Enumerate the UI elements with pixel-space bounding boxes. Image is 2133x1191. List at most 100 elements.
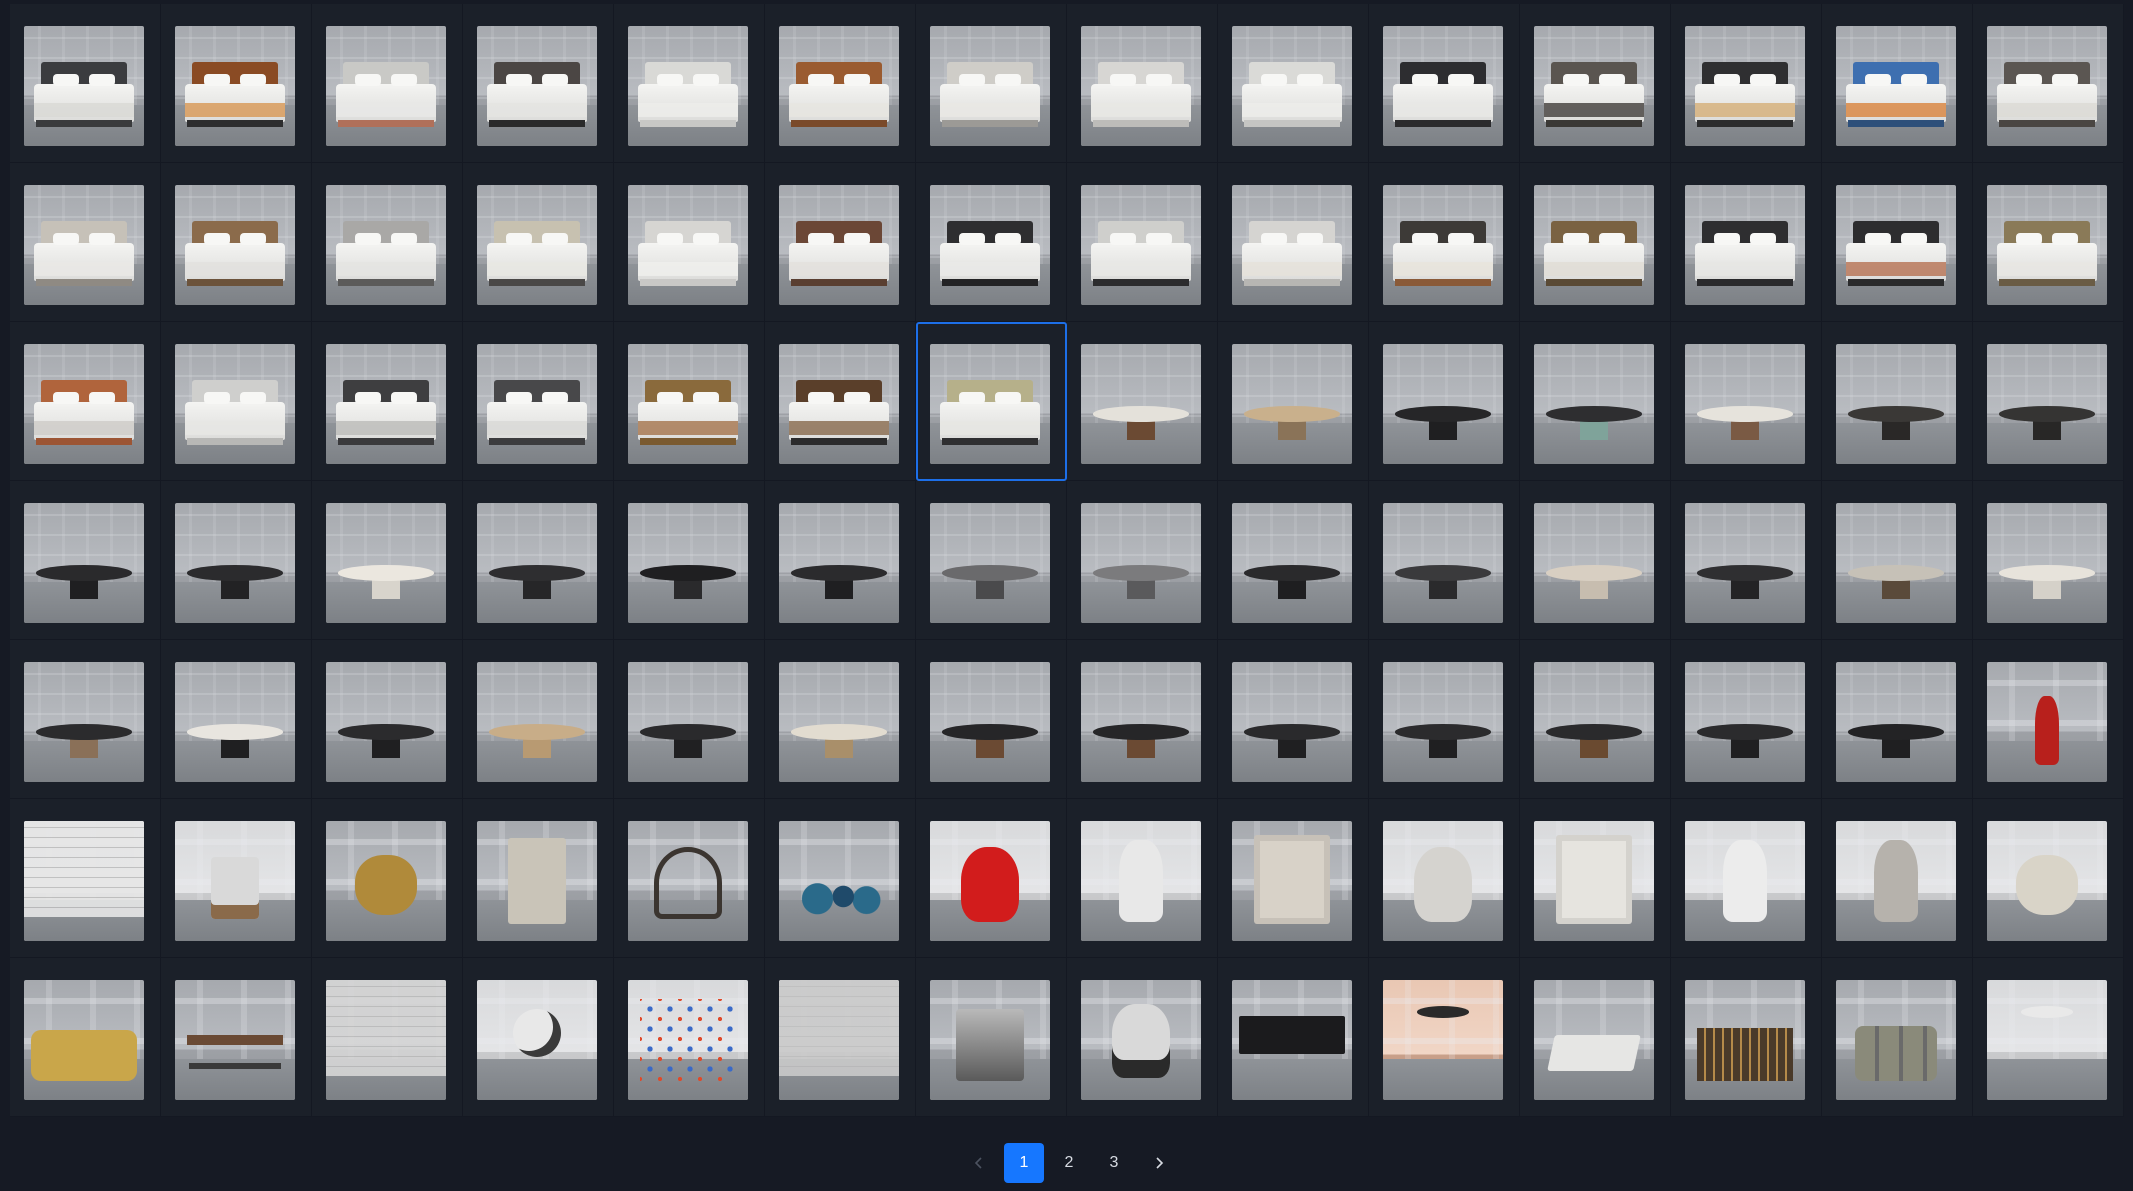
thumbnail-cell[interactable] <box>161 4 312 163</box>
thumbnail-cell[interactable] <box>1369 958 1520 1117</box>
thumbnail-cell[interactable] <box>1520 640 1671 799</box>
thumbnail-cell[interactable] <box>161 640 312 799</box>
thumbnail-cell[interactable] <box>1369 4 1520 163</box>
thumbnail-cell[interactable] <box>312 163 463 322</box>
thumbnail-cell[interactable] <box>1218 322 1369 481</box>
thumbnail-cell[interactable] <box>10 640 161 799</box>
thumbnail-cell[interactable] <box>765 163 916 322</box>
thumbnail-cell[interactable] <box>614 163 765 322</box>
thumbnail-cell[interactable] <box>1671 799 1822 958</box>
thumbnail-cell[interactable] <box>614 322 765 481</box>
thumbnail-cell[interactable] <box>10 163 161 322</box>
thumbnail-cell[interactable] <box>916 4 1067 163</box>
thumbnail-cell[interactable] <box>1822 481 1973 640</box>
thumbnail-cell[interactable] <box>1067 958 1218 1117</box>
thumbnail-cell[interactable] <box>765 799 916 958</box>
thumbnail-cell[interactable] <box>1067 4 1218 163</box>
thumbnail-cell[interactable] <box>1671 163 1822 322</box>
next-page-button[interactable] <box>1139 1143 1179 1183</box>
thumbnail-cell[interactable] <box>1822 799 1973 958</box>
thumbnail-cell[interactable] <box>1369 322 1520 481</box>
thumbnail-cell[interactable] <box>1973 163 2124 322</box>
thumbnail-cell[interactable] <box>1218 640 1369 799</box>
thumbnail-cell[interactable] <box>161 958 312 1117</box>
thumbnail-cell[interactable] <box>312 4 463 163</box>
thumbnail-cell[interactable] <box>916 958 1067 1117</box>
thumbnail-cell[interactable] <box>1822 958 1973 1117</box>
thumbnail-cell[interactable] <box>463 4 614 163</box>
thumbnail-cell[interactable] <box>916 481 1067 640</box>
thumbnail-cell[interactable] <box>463 958 614 1117</box>
thumbnail-cell[interactable] <box>614 640 765 799</box>
thumbnail-cell[interactable] <box>312 481 463 640</box>
thumbnail-cell[interactable] <box>1973 481 2124 640</box>
thumbnail-cell[interactable] <box>916 322 1067 481</box>
thumbnail-cell[interactable] <box>1369 640 1520 799</box>
page-button-1[interactable]: 1 <box>1004 1143 1044 1183</box>
thumbnail-cell[interactable] <box>1218 163 1369 322</box>
thumbnail-cell[interactable] <box>1067 640 1218 799</box>
thumbnail-cell[interactable] <box>463 481 614 640</box>
thumbnail-cell[interactable] <box>312 958 463 1117</box>
thumbnail-cell[interactable] <box>1671 4 1822 163</box>
prev-page-button[interactable] <box>959 1143 999 1183</box>
thumbnail-cell[interactable] <box>1067 163 1218 322</box>
thumbnail-cell[interactable] <box>10 481 161 640</box>
thumbnail-cell[interactable] <box>614 481 765 640</box>
thumbnail-cell[interactable] <box>1218 4 1369 163</box>
thumbnail-cell[interactable] <box>161 322 312 481</box>
thumbnail-cell[interactable] <box>1671 481 1822 640</box>
thumbnail-cell[interactable] <box>463 799 614 958</box>
thumbnail-cell[interactable] <box>1822 640 1973 799</box>
thumbnail-cell[interactable] <box>1369 481 1520 640</box>
thumbnail-cell[interactable] <box>1218 481 1369 640</box>
thumbnail-cell[interactable] <box>916 640 1067 799</box>
thumbnail-cell[interactable] <box>765 640 916 799</box>
thumbnail-cell[interactable] <box>614 799 765 958</box>
thumbnail-cell[interactable] <box>1973 322 2124 481</box>
thumbnail-cell[interactable] <box>312 799 463 958</box>
thumbnail-cell[interactable] <box>1520 163 1671 322</box>
thumbnail-cell[interactable] <box>312 640 463 799</box>
thumbnail-cell[interactable] <box>1822 322 1973 481</box>
thumbnail-cell[interactable] <box>1067 481 1218 640</box>
thumbnail-cell[interactable] <box>1973 958 2124 1117</box>
thumbnail-cell[interactable] <box>614 958 765 1117</box>
thumbnail-cell[interactable] <box>1973 799 2124 958</box>
thumbnail-cell[interactable] <box>1822 163 1973 322</box>
thumbnail-cell[interactable] <box>161 163 312 322</box>
thumbnail-cell[interactable] <box>614 4 765 163</box>
thumbnail-cell[interactable] <box>1369 163 1520 322</box>
thumbnail-cell[interactable] <box>916 799 1067 958</box>
thumbnail-cell[interactable] <box>10 322 161 481</box>
thumbnail-cell[interactable] <box>1671 958 1822 1117</box>
thumbnail-cell[interactable] <box>1520 4 1671 163</box>
thumbnail-cell[interactable] <box>10 799 161 958</box>
thumbnail-cell[interactable] <box>1369 799 1520 958</box>
page-button-3[interactable]: 3 <box>1094 1143 1134 1183</box>
thumbnail-cell[interactable] <box>463 163 614 322</box>
thumbnail-cell[interactable] <box>312 322 463 481</box>
thumbnail-cell[interactable] <box>1067 322 1218 481</box>
thumbnail-cell[interactable] <box>10 958 161 1117</box>
thumbnail-cell[interactable] <box>1520 322 1671 481</box>
thumbnail-cell[interactable] <box>1520 481 1671 640</box>
thumbnail-cell[interactable] <box>10 4 161 163</box>
thumbnail-cell[interactable] <box>463 322 614 481</box>
thumbnail-cell[interactable] <box>1973 640 2124 799</box>
page-button-2[interactable]: 2 <box>1049 1143 1089 1183</box>
thumbnail-cell[interactable] <box>1822 4 1973 163</box>
thumbnail-cell[interactable] <box>161 481 312 640</box>
thumbnail-cell[interactable] <box>1067 799 1218 958</box>
thumbnail-cell[interactable] <box>463 640 614 799</box>
thumbnail-cell[interactable] <box>765 322 916 481</box>
thumbnail-cell[interactable] <box>161 799 312 958</box>
thumbnail-cell[interactable] <box>765 958 916 1117</box>
thumbnail-cell[interactable] <box>1520 799 1671 958</box>
thumbnail-cell[interactable] <box>1218 799 1369 958</box>
thumbnail-cell[interactable] <box>1671 322 1822 481</box>
thumbnail-cell[interactable] <box>1671 640 1822 799</box>
thumbnail-cell[interactable] <box>1973 4 2124 163</box>
thumbnail-cell[interactable] <box>765 4 916 163</box>
thumbnail-cell[interactable] <box>916 163 1067 322</box>
